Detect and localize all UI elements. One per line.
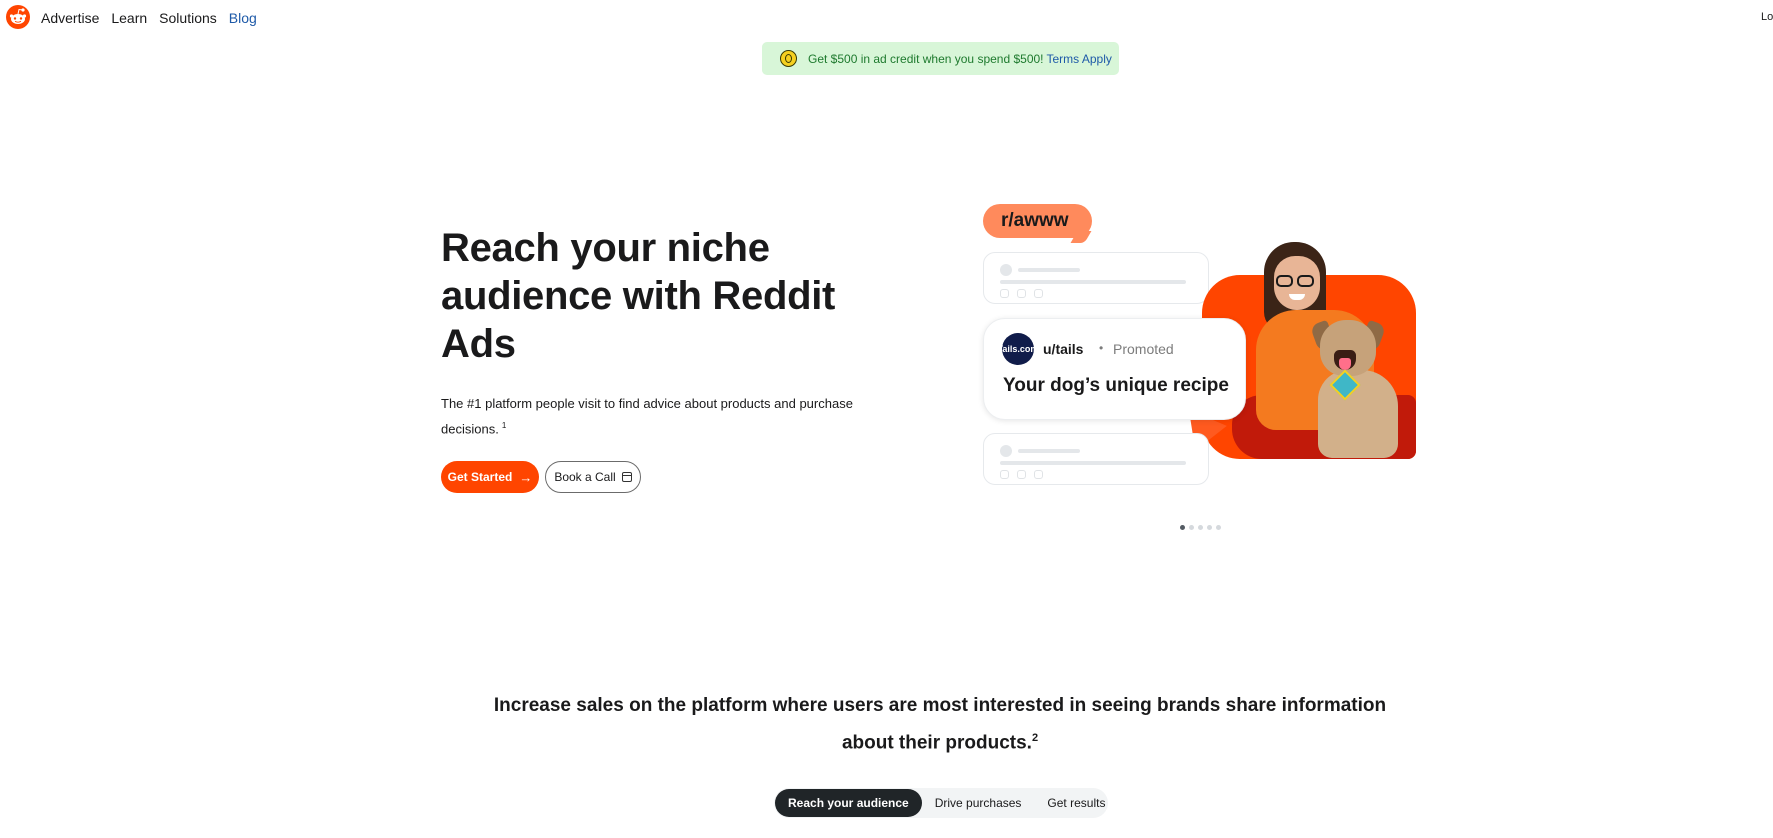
- get-started-button[interactable]: Get Started →: [441, 461, 539, 493]
- tab-get-results[interactable]: Get results: [1034, 789, 1118, 817]
- carousel-dot-4[interactable]: [1207, 525, 1212, 530]
- carousel-dot-2[interactable]: [1189, 525, 1194, 530]
- footnote-2[interactable]: 2: [1032, 732, 1038, 744]
- carousel-pagination: [1180, 525, 1221, 530]
- nav-link-blog[interactable]: Blog: [229, 10, 257, 26]
- top-nav: Advertise Learn Solutions Blog Lo: [0, 0, 1773, 36]
- promoted-label: Promoted: [1113, 341, 1174, 357]
- calendar-icon: [621, 472, 632, 482]
- carousel-dot-3[interactable]: [1198, 525, 1203, 530]
- subreddit-bubble: r/awww: [983, 204, 1092, 238]
- footnote-1[interactable]: 1: [502, 421, 506, 430]
- hero-subtitle: The #1 platform people visit to find adv…: [441, 393, 871, 440]
- placeholder-post-card: [983, 433, 1209, 485]
- dog-image: [1309, 319, 1408, 458]
- post-headline: Your dog’s unique recipe: [1003, 375, 1229, 396]
- promoted-post-card: Tails.com u/tails • Promoted Your dog’s …: [983, 318, 1246, 420]
- woman-with-dog-image: [1252, 242, 1412, 458]
- arrow-right-icon: →: [519, 469, 533, 485]
- promo-text: Get $500 in ad credit when you spend $50…: [808, 51, 1044, 66]
- reddit-logo-icon[interactable]: [6, 5, 30, 29]
- coin-icon: [780, 50, 797, 67]
- nav-link-learn[interactable]: Learn: [111, 10, 147, 26]
- post-username: u/tails: [1043, 341, 1084, 357]
- terms-apply-link[interactable]: Terms Apply: [1047, 52, 1112, 66]
- nav-link-advertise[interactable]: Advertise: [41, 10, 99, 26]
- promo-banner: Get $500 in ad credit when you spend $50…: [762, 42, 1119, 75]
- tab-drive-purchases[interactable]: Drive purchases: [922, 789, 1035, 817]
- placeholder-post-card: [983, 252, 1209, 304]
- hero-title: Reach your niche audience with Reddit Ad…: [441, 226, 836, 366]
- section-heading-text: Increase sales on the platform where use…: [493, 695, 1387, 754]
- brand-avatar: Tails.com: [998, 333, 1038, 365]
- hero-subtitle-text: The #1 platform people visit to find adv…: [441, 396, 853, 437]
- book-a-call-label: Book a Call: [554, 470, 616, 484]
- feature-tabs: Reach your audience Drive purchases Get …: [774, 788, 1108, 818]
- nav-link-solutions[interactable]: Solutions: [159, 10, 217, 26]
- nav-links: Advertise Learn Solutions Blog: [41, 10, 269, 26]
- carousel-dot-5[interactable]: [1216, 525, 1221, 530]
- carousel-dot-1[interactable]: [1180, 525, 1185, 530]
- get-started-label: Get Started: [447, 470, 513, 484]
- tab-reach-your-audience[interactable]: Reach your audience: [775, 789, 922, 817]
- section-heading: Increase sales on the platform where use…: [470, 689, 1410, 759]
- login-link[interactable]: Lo: [1761, 11, 1773, 23]
- book-a-call-button[interactable]: Book a Call: [545, 461, 641, 493]
- separator-dot: •: [1099, 341, 1104, 355]
